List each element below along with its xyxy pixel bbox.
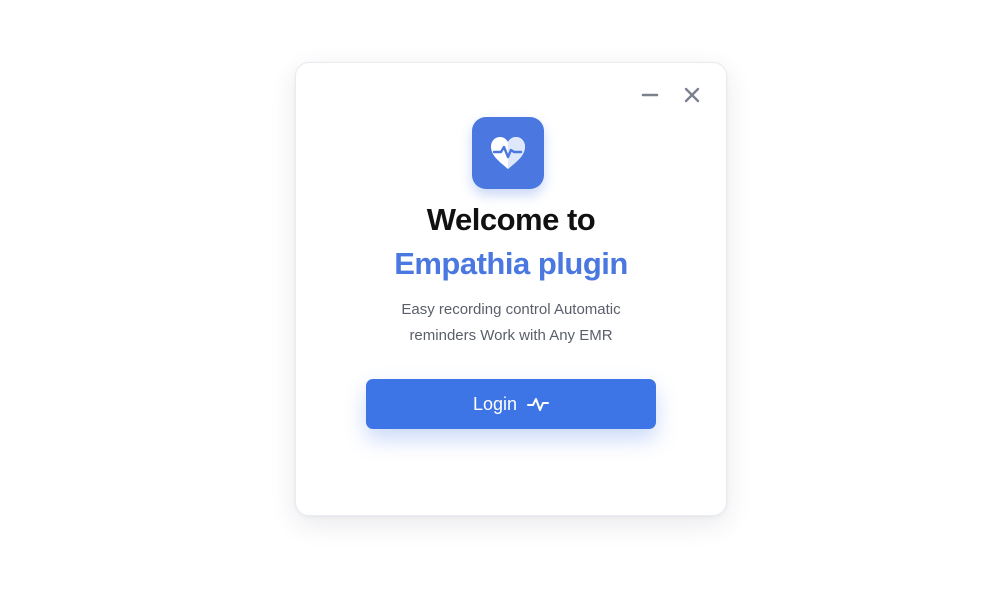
minimize-button[interactable] [640,85,660,105]
close-icon [684,87,700,103]
heart-pulse-icon [491,137,525,169]
window-controls [640,85,702,105]
plugin-name: Empathia plugin [394,246,628,281]
welcome-dialog: Welcome to Empathia plugin Easy recordin… [295,62,727,516]
app-logo [472,117,544,189]
minus-icon [641,93,659,97]
welcome-title: Welcome to [426,202,596,237]
description-line-1: Easy recording control Automatic [401,301,621,318]
login-label: Login [472,393,518,414]
page-background: Welcome to Empathia plugin Easy recordin… [0,0,1000,600]
close-button[interactable] [682,85,702,105]
description-line-2: reminders Work with Any EMR [409,327,613,344]
login-button[interactable]: Login [366,379,656,429]
pulse-icon [527,398,550,411]
